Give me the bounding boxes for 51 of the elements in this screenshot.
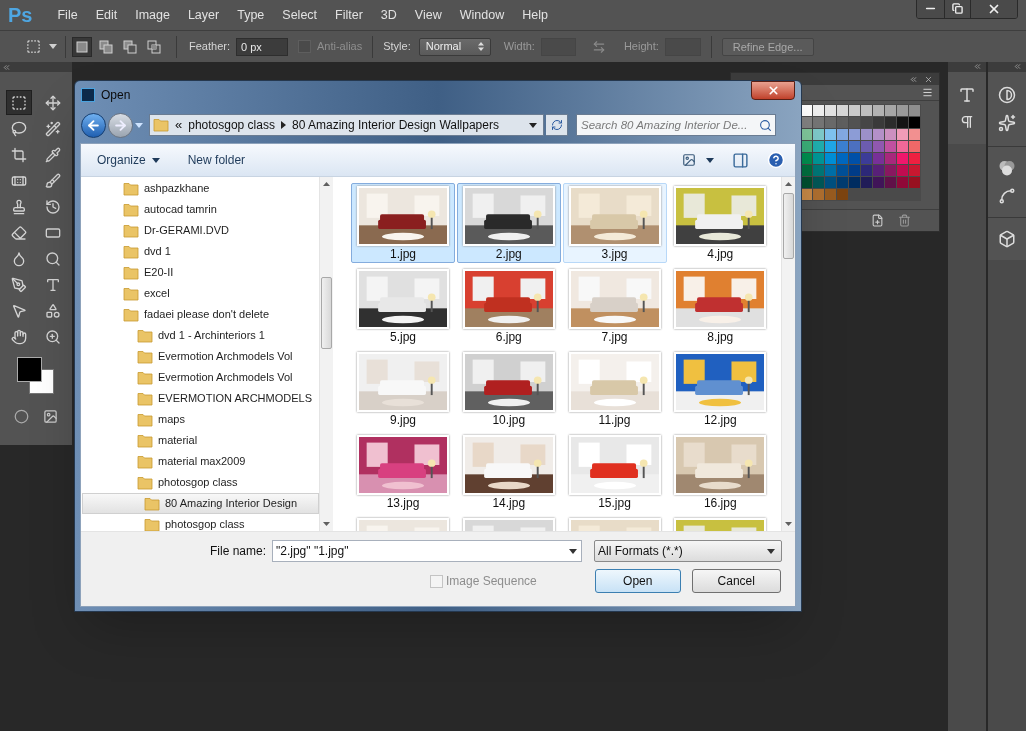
menu-item[interactable]: Edit [86, 5, 127, 25]
feather-field[interactable]: 0 px [235, 37, 288, 56]
tree-item[interactable]: EVERMOTION ARCHMODELS [82, 388, 319, 409]
menu-item[interactable]: Type [228, 5, 274, 25]
tree-item[interactable]: E20-II [82, 262, 319, 283]
thumbnail[interactable]: 1.jpg [351, 183, 455, 263]
menu-item[interactable]: Layer [178, 5, 229, 25]
width-label: Width: [503, 39, 535, 55]
organize-button[interactable]: Organize [91, 148, 166, 172]
tree-item[interactable]: Evermotion Archmodels Vol [82, 367, 319, 388]
tree-item[interactable]: maps [82, 409, 319, 430]
image-sequence-label: Image Sequence [446, 573, 537, 590]
tree-item[interactable]: Dr-GERAMI.DVD [82, 220, 319, 241]
tree-item[interactable]: ashpazkhane [82, 178, 319, 199]
tree-item[interactable]: material [82, 430, 319, 451]
open-button[interactable]: Open [594, 569, 681, 593]
tree-item[interactable]: autocad tamrin [82, 199, 319, 220]
tree-item[interactable]: dvd 1 - Archinteriors 1 [82, 325, 319, 346]
tree-item[interactable]: fadaei please don't delete [82, 304, 319, 325]
file-name-label: File name: [210, 543, 268, 560]
breadcrumb[interactable]: 80 Amazing Interior Design Wallpapers [291, 116, 499, 134]
menu-item[interactable]: File [48, 5, 87, 25]
address-bar[interactable]: « photosgop class 80 Amazing Interior Design Wallpapers [149, 114, 544, 136]
menu-item[interactable]: Filter [326, 5, 372, 25]
style-label: Style: [383, 39, 411, 55]
tree-item[interactable]: Evermotion Archmodels Vol [82, 346, 319, 367]
thumbnail[interactable]: 3.jpg [562, 183, 667, 263]
menu-item[interactable]: Window [450, 5, 514, 25]
menu-item[interactable]: Help [513, 5, 557, 25]
tree-item[interactable]: photosgop class [82, 472, 319, 493]
feather-label: Feather: [189, 39, 230, 55]
thumbnail[interactable]: 2.jpg [456, 183, 561, 263]
menu-item[interactable]: Select [273, 5, 327, 25]
tree-item[interactable]: photosgop class [82, 514, 319, 531]
breadcrumb[interactable]: photosgop class [188, 116, 275, 134]
new-folder-button[interactable]: New folder [181, 148, 252, 172]
tree-item[interactable]: 80 Amazing Interior Design [82, 493, 319, 514]
breadcrumb-overflow[interactable]: « [175, 115, 183, 135]
anti-alias-label: Anti-alias [316, 39, 363, 55]
height-label: Height: [623, 39, 659, 55]
cancel-button[interactable]: Cancel [691, 569, 781, 593]
style-select[interactable]: Normal [418, 37, 491, 56]
menu-item[interactable]: View [405, 5, 451, 25]
tree-item[interactable]: excel [82, 283, 319, 304]
menu-item[interactable]: Image [126, 5, 179, 25]
app-logo: Ps [7, 3, 34, 28]
tree-item[interactable]: material max2009 [82, 451, 319, 472]
file-type-select[interactable]: All Formats (*.*) [594, 540, 782, 562]
menu-item[interactable]: 3D [371, 5, 406, 25]
tree-item[interactable]: dvd 1 [82, 241, 319, 262]
window-title: Open [101, 87, 131, 104]
